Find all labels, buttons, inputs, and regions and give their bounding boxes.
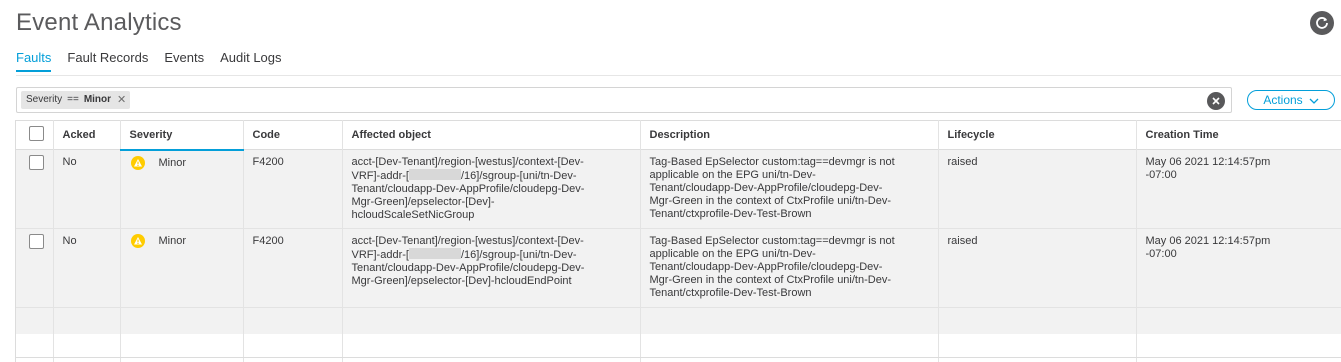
tab-fault-records[interactable]: Fault Records	[67, 50, 148, 76]
creation-time-line: May 06 2021 12:14:57pm	[1145, 235, 1271, 247]
affected-fragment: /16]/sgroup-[uni/tn-Dev-	[460, 249, 577, 261]
code-cell: F4200	[243, 228, 343, 308]
column-header-creation-time[interactable]: Creation Time	[1136, 121, 1341, 150]
clear-icon	[1212, 97, 1220, 105]
affected-object-cell: acct-[Dev-Tenant]/region-[westus]/contex…	[342, 149, 641, 229]
description-cell: Tag-Based EpSelector custom:tag==devmgr …	[640, 228, 939, 308]
row-checkbox[interactable]	[29, 234, 44, 249]
redacted-block	[408, 248, 461, 259]
severity-cell: Minor	[120, 228, 244, 308]
warning-icon	[130, 155, 145, 170]
column-header-acked[interactable]: Acked	[53, 120, 121, 150]
affected-line: acct-[Dev-Tenant]/region-[westus]/contex…	[351, 235, 584, 247]
creation-time-line: May 06 2021 12:14:57pm	[1145, 156, 1271, 168]
affected-object-cell: acct-[Dev-Tenant]/region-[westus]/contex…	[342, 228, 641, 308]
description-line: applicable on the EPG uni/tn-Dev-	[649, 169, 816, 181]
affected-line: hcloudScaleSetNicGroup	[351, 209, 475, 221]
creation-time-cell: May 06 2021 12:14:57pm -07:00	[1136, 150, 1341, 229]
filter-chip-operator: ==	[67, 94, 79, 105]
remove-chip-icon[interactable]: ✕	[117, 91, 126, 109]
column-header-code[interactable]: Code	[243, 120, 343, 150]
severity-label: Minor	[158, 156, 187, 169]
clear-filter-button[interactable]	[1207, 92, 1225, 110]
table-row[interactable]: No Minor F4200 acct-[Dev-Tenant]/region-…	[16, 149, 1341, 229]
refresh-button[interactable]	[1310, 11, 1334, 35]
severity-label: Minor	[158, 235, 187, 247]
affected-fragment: VRF]-addr-[	[351, 170, 409, 182]
select-all-checkbox[interactable]	[29, 126, 44, 141]
lifecycle-cell: raised	[938, 149, 1137, 229]
filter-chip-field: Severity	[26, 94, 63, 105]
description-line: Tenant/cloudapp-Dev-AppProfile/cloudepg-…	[649, 182, 883, 194]
description-line: Tag-Based EpSelector custom:tag==devmgr …	[649, 156, 895, 168]
refresh-icon	[1316, 17, 1328, 29]
severity-cell: Minor	[120, 149, 244, 229]
page-title: Event Analytics	[16, 9, 182, 36]
column-header-affected-object[interactable]: Affected object	[342, 120, 641, 150]
description-line: Mgr-Green in the context of CtxProfile u…	[649, 274, 891, 286]
tab-faults[interactable]: Faults	[16, 50, 52, 76]
row-select-cell	[16, 149, 54, 229]
affected-fragment: VRF]-addr-[	[351, 249, 409, 261]
redacted-block	[408, 169, 461, 180]
description-line: applicable on the EPG uni/tn-Dev-	[649, 248, 816, 260]
description-cell: Tag-Based EpSelector custom:tag==devmgr …	[640, 149, 939, 229]
filter-input[interactable]: Severity == Minor ✕	[16, 87, 1232, 113]
description-line: Tenant/ctxprofile-Dev-Test-Brown	[649, 208, 812, 220]
table-header-row: Acked Severity Code Affected object Desc…	[16, 120, 1341, 151]
affected-line: Mgr-Green]/epselector-[Dev]-hcloudEndPoi…	[351, 275, 572, 287]
column-header-description[interactable]: Description	[640, 120, 939, 150]
tab-bar: Faults Fault Records Events Audit Logs	[16, 50, 298, 76]
affected-line: VRF]-addr-[ /16]/sgroup-[uni/tn-Dev-	[352, 248, 636, 262]
row-checkbox[interactable]	[29, 155, 44, 170]
table-bottom-border	[16, 357, 1341, 358]
lifecycle-cell: raised	[938, 228, 1137, 308]
acked-cell: No	[53, 228, 121, 308]
actions-dropdown[interactable]: Actions	[1247, 90, 1335, 110]
chevron-down-icon	[1309, 93, 1319, 107]
column-header-lifecycle[interactable]: Lifecycle	[938, 120, 1137, 150]
affected-line: Tenant/cloudapp-Dev-AppProfile/cloudepg-…	[351, 183, 585, 195]
table-row[interactable]: No Minor F4200 acct-[Dev-Tenant]/region-…	[16, 228, 1341, 308]
description-line: Tenant/ctxprofile-Dev-Test-Brown	[649, 287, 812, 299]
empty-table-row	[16, 307, 1341, 334]
affected-line: Tenant/cloudapp-Dev-AppProfile/cloudepg-…	[351, 262, 585, 274]
affected-line: Mgr-Green]/epselector-[Dev]-	[351, 196, 495, 208]
row-select-cell	[16, 228, 54, 308]
code-cell: F4200	[243, 149, 343, 229]
tabs-divider	[16, 75, 1341, 76]
description-line: Mgr-Green in the context of CtxProfile u…	[649, 195, 891, 207]
select-all-cell	[16, 120, 54, 150]
tab-audit-logs[interactable]: Audit Logs	[220, 50, 281, 76]
filter-chip[interactable]: Severity == Minor ✕	[21, 91, 131, 109]
tab-events[interactable]: Events	[164, 50, 204, 76]
creation-time-line: -07:00	[1145, 169, 1177, 181]
actions-label: Actions	[1263, 93, 1303, 107]
description-line: Tag-Based EpSelector custom:tag==devmgr …	[649, 235, 895, 247]
creation-time-line: -07:00	[1145, 248, 1177, 260]
affected-line: VRF]-addr-[ /16]/sgroup-[uni/tn-Dev-	[352, 169, 636, 183]
warning-icon	[130, 234, 145, 248]
column-header-severity[interactable]: Severity	[120, 120, 244, 151]
affected-line: acct-[Dev-Tenant]/region-[westus]/contex…	[351, 156, 584, 168]
acked-cell: No	[53, 149, 121, 229]
faults-table: Acked Severity Code Affected object Desc…	[16, 120, 1341, 362]
filter-chip-value: Minor	[83, 94, 112, 105]
description-line: Tenant/cloudapp-Dev-AppProfile/cloudepg-…	[649, 261, 883, 273]
creation-time-cell: May 06 2021 12:14:57pm -07:00	[1136, 229, 1341, 308]
affected-fragment: /16]/sgroup-[uni/tn-Dev-	[460, 170, 577, 182]
